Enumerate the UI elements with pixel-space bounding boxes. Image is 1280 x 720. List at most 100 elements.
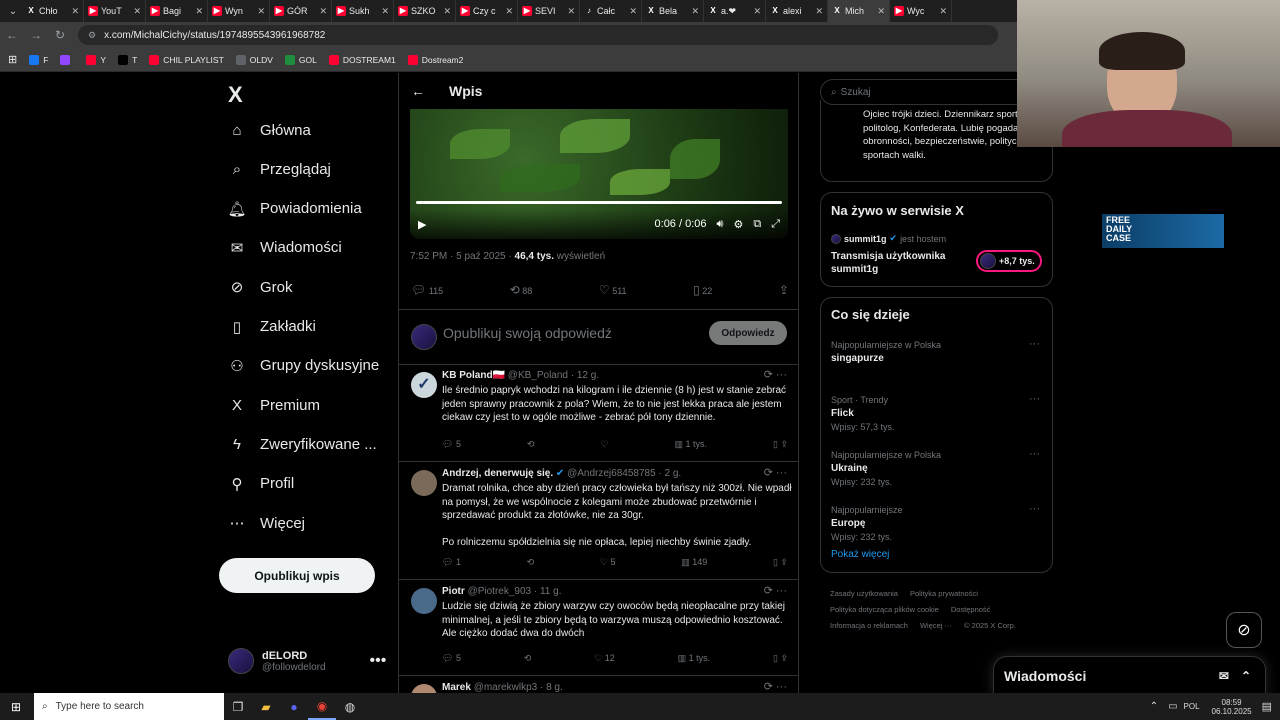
footer-link[interactable]: Polityka dotycząca plików cookie bbox=[830, 605, 939, 614]
more-icon[interactable]: ··· bbox=[1029, 393, 1040, 405]
trend-item[interactable]: Najpopularniejsze w Polska Ukrainę Wpisy: … bbox=[831, 450, 941, 487]
bookmark-item[interactable]: CHIL PLAYLIST bbox=[149, 54, 224, 65]
messages-drawer[interactable]: Wiadomości ✉ ⌃ bbox=[993, 656, 1266, 696]
reply-action[interactable]: 💬︎ 1 bbox=[442, 557, 461, 568]
footer-link[interactable]: Zasady użytkowania bbox=[830, 589, 898, 598]
footer-link[interactable]: Dostępność bbox=[951, 605, 991, 614]
repost-action[interactable]: ⟲ 88 bbox=[510, 283, 533, 297]
repost-icon[interactable]: ⟲ bbox=[527, 439, 535, 450]
reply-post[interactable]: Marek @marekwlkp3 · 8 g. ⟳ ··· bbox=[399, 676, 798, 693]
file-explorer-icon[interactable]: ▰ bbox=[252, 693, 280, 720]
trend-item[interactable]: Najpopularniejsze Europę Wpisy: 232 tys. bbox=[831, 505, 903, 542]
share-icon[interactable]: ⇪ bbox=[779, 283, 789, 297]
more-icon[interactable]: ··· bbox=[1029, 338, 1040, 350]
apps-grid-icon[interactable]: ⊞ bbox=[8, 53, 17, 66]
views-action[interactable]: ▥ 1 tys. bbox=[678, 653, 711, 664]
obs-icon[interactable]: ◍ bbox=[336, 693, 364, 720]
reply-post[interactable]: Andrzej, denerwuję się. ✔ @Andrzej684587… bbox=[399, 462, 798, 580]
nav-item-mail[interactable]: ✉ Wiadomości bbox=[228, 239, 342, 257]
author-handle[interactable]: @Piotrek_903 · 11 g. bbox=[468, 586, 562, 597]
author-name[interactable]: Andrzej, denerwuję się. bbox=[442, 468, 553, 479]
close-icon[interactable]: ✕ bbox=[381, 6, 389, 17]
more-icon[interactable]: ⟳ ··· bbox=[764, 584, 787, 597]
nav-item-bookmark[interactable]: ▯ Zakładki bbox=[228, 318, 316, 336]
settings-icon[interactable]: ⚙ bbox=[733, 218, 743, 231]
reply-post[interactable]: Piotr @Piotrek_903 · 11 g. ⟳ ··· Ludzie si… bbox=[399, 580, 798, 676]
browser-tab[interactable]: ♪ Całc ✕ bbox=[580, 0, 642, 22]
browser-tab[interactable]: X Mich ✕ bbox=[828, 0, 890, 22]
bookmark-action[interactable]: ▯ 22 bbox=[693, 283, 712, 297]
avatar[interactable] bbox=[411, 684, 437, 693]
reply-input[interactable]: Opublikuj swoją odpowiedź bbox=[443, 325, 612, 341]
chrome-icon[interactable]: ◉ bbox=[308, 693, 336, 720]
forward-arrow-icon[interactable]: → bbox=[24, 28, 48, 42]
nav-item-more-circle[interactable]: ⋯ Więcej bbox=[228, 514, 306, 533]
repost-icon[interactable]: ⟲ bbox=[527, 557, 535, 568]
more-icon[interactable]: ··· bbox=[1029, 448, 1040, 460]
trend-item[interactable]: Sport · Trendy Flick Wpisy: 57,3 tys. bbox=[831, 395, 895, 432]
like-action[interactable]: ♡ 511 bbox=[599, 283, 627, 297]
nav-item-grok[interactable]: ⊘ Grok bbox=[228, 278, 293, 297]
taskbar-search[interactable]: ⌕ Type here to search bbox=[34, 693, 224, 720]
account-switcher[interactable]: dELORD @followdelord ••• bbox=[228, 648, 386, 674]
bookmark-item[interactable] bbox=[60, 54, 74, 65]
share-icon[interactable]: ⇪ bbox=[780, 439, 788, 449]
reply-post[interactable]: ✓ KB Poland🇵🇱 @KB_Poland · 12 g. ⟳ ··· Ile … bbox=[399, 364, 798, 462]
close-icon[interactable]: ✕ bbox=[257, 6, 265, 17]
browser-tab[interactable]: ▶ Sukh ✕ bbox=[332, 0, 394, 22]
nav-item-search[interactable]: ⌕ Przeglądaj bbox=[228, 160, 331, 178]
close-icon[interactable]: ✕ bbox=[939, 6, 947, 17]
author-name[interactable]: KB Poland bbox=[442, 370, 493, 381]
tab-search-icon[interactable]: ⌄ bbox=[4, 6, 22, 17]
like-action[interactable]: ♡ bbox=[600, 439, 608, 450]
volume-icon[interactable]: 🔊︎ bbox=[717, 218, 724, 231]
close-icon[interactable]: ✕ bbox=[443, 6, 451, 17]
pip-icon[interactable]: ⧉ bbox=[753, 218, 761, 231]
more-icon[interactable]: ⟳ ··· bbox=[764, 680, 787, 693]
close-icon[interactable]: ✕ bbox=[505, 6, 513, 17]
task-view-icon[interactable]: ❐ bbox=[224, 693, 252, 720]
back-arrow-icon[interactable]: ← bbox=[0, 28, 24, 42]
nav-item-people[interactable]: ⚇ Grupy dyskusyjne bbox=[228, 357, 379, 375]
close-icon[interactable]: ✕ bbox=[877, 6, 885, 17]
chevron-up-icon[interactable]: ⌃ bbox=[1241, 669, 1251, 683]
footer-link[interactable]: Informacja o reklamach bbox=[830, 621, 908, 630]
author-handle[interactable]: @KB_Poland · 12 g. bbox=[508, 370, 599, 381]
avatar[interactable] bbox=[411, 588, 437, 614]
site-info-icon[interactable]: ⚙ bbox=[88, 30, 96, 41]
bookmark-item[interactable]: Y bbox=[86, 54, 106, 65]
share-icon[interactable]: ⇪ bbox=[780, 557, 788, 567]
close-icon[interactable]: ✕ bbox=[567, 6, 575, 17]
post-button[interactable]: Opublikuj wpis bbox=[219, 558, 375, 593]
footer-link[interactable]: Polityka prywatności bbox=[910, 589, 978, 598]
live-stream-title[interactable]: Transmisja użytkownika summit1g bbox=[831, 250, 971, 276]
bookmark-item[interactable]: OLDV bbox=[235, 54, 273, 65]
close-icon[interactable]: ✕ bbox=[195, 6, 203, 17]
browser-tab[interactable]: ▶ Bagi ✕ bbox=[146, 0, 208, 22]
video-player[interactable]: ▶ 0:06 / 0:06 🔊︎ ⚙ ⧉ ⤢ bbox=[410, 109, 788, 239]
reload-icon[interactable]: ↻ bbox=[48, 28, 72, 42]
discord-icon[interactable]: ● bbox=[280, 693, 308, 720]
post-time[interactable]: 7:52 PM · 5 paź 2025 · bbox=[410, 251, 515, 262]
browser-tab[interactable]: ▶ YouT ✕ bbox=[84, 0, 146, 22]
author-handle[interactable]: @Andrzej68458785 · 2 g. bbox=[567, 468, 681, 479]
video-progress-bar[interactable] bbox=[416, 201, 782, 204]
author-handle[interactable]: @marekwlkp3 · 8 g. bbox=[474, 682, 563, 693]
nav-item-home[interactable]: ⌂ Główna bbox=[228, 121, 310, 139]
footer-link[interactable]: © 2025 X Corp. bbox=[964, 621, 1016, 630]
nav-item-lightning[interactable]: ϟ Zweryfikowane ... bbox=[228, 435, 377, 453]
bookmark-item[interactable]: DOSTREAM1 bbox=[328, 54, 396, 65]
nav-item-x[interactable]: X Premium bbox=[228, 396, 320, 414]
browser-tab[interactable]: X Chło ✕ bbox=[22, 0, 84, 22]
show-more-link[interactable]: Pokaż więcej bbox=[831, 549, 889, 560]
new-message-icon[interactable]: ✉ bbox=[1219, 669, 1229, 683]
browser-tab[interactable]: ▶ GÓR ✕ bbox=[270, 0, 332, 22]
bookmark-item[interactable]: T bbox=[118, 54, 137, 65]
close-icon[interactable]: ✕ bbox=[71, 6, 79, 17]
x-logo[interactable]: X bbox=[228, 82, 243, 108]
live-listeners-badge[interactable]: +8,7 tys. bbox=[976, 250, 1042, 272]
close-icon[interactable]: ✕ bbox=[629, 6, 637, 17]
author-name[interactable]: Piotr bbox=[442, 586, 465, 597]
browser-tab[interactable]: ▶ SEVI ✕ bbox=[518, 0, 580, 22]
browser-tab[interactable]: ▶ SZKO ✕ bbox=[394, 0, 456, 22]
